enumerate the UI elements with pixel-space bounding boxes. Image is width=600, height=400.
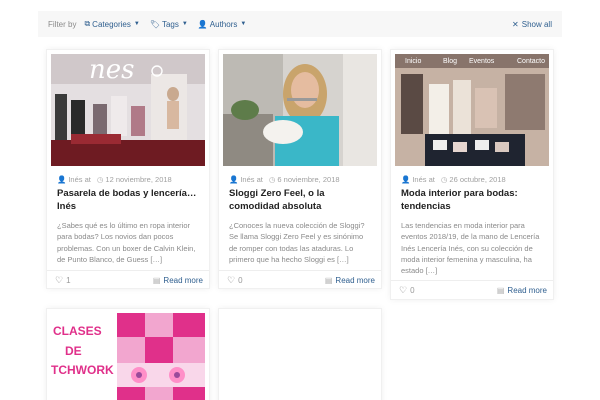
patchwork-line-3: TCHWORK [51,363,114,377]
patchwork-line-2: DE [65,344,82,358]
image-menu-blog: Blog [443,58,457,65]
post-meta: 👤 Inés at ◷ 12 noviembre, 2018 [57,175,172,184]
like-button[interactable]: ♡ 1 [55,275,71,286]
post-footer: ♡ 0 ▤ Read more [391,280,553,300]
post-date: 26 octubre, 2018 [449,175,506,184]
user-icon: 👤 [401,175,411,184]
like-button[interactable]: ♡ 0 [399,285,415,296]
filter-tags-label: Tags [161,19,179,29]
like-count: 1 [66,276,71,285]
clock-icon: ◷ [440,175,448,184]
showroom-photo: Inicio Blog Eventos Contacto [395,54,549,166]
clock-icon: ◷ [96,175,104,184]
woman-eating-photo [223,54,377,166]
like-count: 0 [410,286,415,295]
post-date: 6 noviembre, 2018 [277,175,340,184]
filter-authors-label: Authors [209,19,238,29]
post-excerpt: ¿Conoces la nueva colección de Sloggi? S… [229,221,365,264]
image-menu-eventos: Eventos [469,58,495,65]
heart-icon: ♡ [55,275,64,285]
close-icon: ✕ [512,19,519,29]
patchwork-line-1: CLASES [53,324,102,338]
read-more-link[interactable]: ▤ Read more [497,286,547,295]
document-icon: ▤ [496,286,505,295]
chevron-down-icon: ▼ [181,21,188,27]
post-card: nes 👤 Inés at ◷ 12 noviembre, 2018 Pasar… [46,49,210,289]
user-icon: 👤 [57,175,67,184]
post-author: Inés at [412,175,435,184]
post-image[interactable]: nes [51,54,205,166]
user-icon: 👤 [229,175,239,184]
post-meta: 👤 Inés at ◷ 26 octubre, 2018 [401,175,506,184]
image-menu-inicio: Inicio [405,58,421,65]
post-title[interactable]: Sloggi Zero Feel, o la comodidad absolut… [229,188,373,213]
post-image[interactable]: Inicio Blog Eventos Contacto [395,54,549,166]
clock-icon: ◷ [268,175,276,184]
post-author: Inés at [240,175,263,184]
patchwork-photo: CLASES DE TCHWORK [51,313,205,400]
post-card: Inicio Blog Eventos Contacto 👤 Inés at ◷… [390,49,554,300]
post-card: CLASES DE TCHWORK [46,308,210,400]
folder-icon: ⧉ [84,19,91,28]
tag-icon: 🏷 [149,19,160,29]
filter-categories[interactable]: ⧉ Categories ▼ [84,19,139,29]
post-meta: 👤 Inés at ◷ 6 noviembre, 2018 [229,175,340,184]
post-title[interactable]: Pasarela de bodas y lencería… Inés [57,188,201,213]
post-title[interactable]: Moda interior para bodas: tendencias [401,188,545,213]
document-icon: ▤ [152,276,161,285]
like-count: 0 [238,276,243,285]
post-date: 12 noviembre, 2018 [105,175,172,184]
post-footer: ♡ 0 ▤ Read more [219,270,381,290]
post-image[interactable] [223,313,377,400]
chevron-down-icon: ▼ [133,21,140,27]
read-more-link[interactable]: ▤ Read more [325,276,375,285]
post-excerpt: ¿Sabes qué es lo último en ropa interior… [57,221,196,264]
filter-categories-label: Categories [92,19,131,29]
post-card: 👤 Inés at ◷ 6 noviembre, 2018 Sloggi Zer… [218,49,382,289]
heart-icon: ♡ [227,275,236,285]
user-icon: 👤 [197,19,208,29]
read-more-link[interactable]: ▤ Read more [153,276,203,285]
filter-authors[interactable]: 👤 Authors ▼ [198,20,247,29]
post-footer: ♡ 1 ▤ Read more [47,270,209,290]
filter-bar: Filter by ⧉ Categories ▼ 🏷 Tags ▼ 👤 Auth… [38,11,562,37]
heart-icon: ♡ [399,285,408,295]
post-excerpt: Las tendencias en moda interior para eve… [401,221,540,276]
post-author: Inés at [68,175,91,184]
post-card [218,308,382,400]
logo-text: nes [89,55,134,85]
read-more-label: Read more [163,276,203,285]
filter-tags[interactable]: 🏷 Tags ▼ [150,20,188,29]
post-image[interactable] [223,54,377,166]
filter-label: Filter by [48,19,77,29]
show-all-link[interactable]: ✕ Show all [512,20,552,29]
chevron-down-icon: ▼ [240,21,247,27]
read-more-label: Read more [335,276,375,285]
read-more-label: Read more [507,286,547,295]
document-icon: ▤ [324,276,333,285]
show-all-label: Show all [521,19,552,29]
post-image[interactable]: CLASES DE TCHWORK [51,313,205,400]
boutique-photo: nes [51,54,205,166]
image-menu-contacto: Contacto [517,58,545,65]
like-button[interactable]: ♡ 0 [227,275,243,286]
